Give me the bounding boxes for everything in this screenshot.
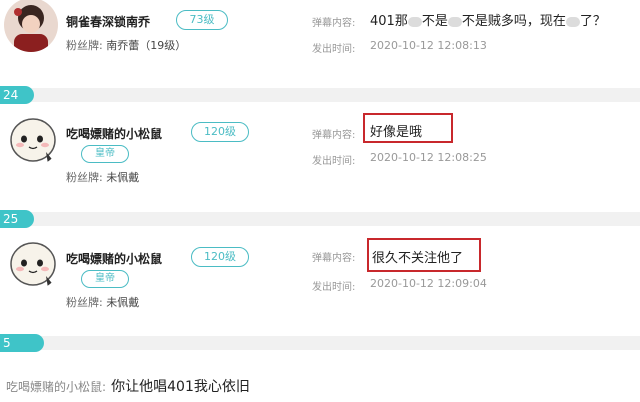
fan-badge-value: 南乔蕾（19级） (106, 39, 187, 52)
time-label: 发出时间: (312, 282, 356, 293)
row-number-tab: 5 (0, 334, 44, 352)
fan-badge-label: 粉丝牌: (66, 171, 103, 184)
row-divider (0, 88, 640, 102)
danmu-text: 很久不关注他了 (372, 251, 464, 266)
danmu-text: 好像是哦 (370, 125, 423, 140)
chat-sender: 吃喝嫖赌的小松鼠: (6, 380, 107, 394)
blur-mark (407, 16, 422, 27)
level-badge: 73级 (176, 10, 228, 30)
chat-message: 你让他唱401我心依旧 (111, 379, 250, 395)
row-divider (0, 212, 640, 226)
blur-mark (447, 16, 462, 27)
fan-badge-info: 粉丝牌: 未佩戴 (66, 169, 139, 185)
danmu-label: 弹幕内容: (312, 253, 356, 264)
danmu-text-part: 不是 (421, 14, 448, 29)
fan-badge-info: 粉丝牌: 未佩戴 (66, 294, 139, 310)
level-badge: 120级 (191, 247, 249, 267)
row-number-tab: 25 (0, 210, 34, 228)
fan-badge-label: 粉丝牌: (66, 39, 103, 52)
row-divider (0, 336, 640, 350)
fan-badge-label: 粉丝牌: (66, 296, 103, 309)
time-label: 发出时间: (312, 44, 356, 55)
chat-line: 吃喝嫖赌的小松鼠: 你让他唱401我心依旧 (6, 376, 250, 396)
username[interactable]: 吃喝嫖赌的小松鼠 (66, 125, 162, 142)
time-label: 发出时间: (312, 156, 356, 167)
fan-badge-info: 粉丝牌: 南乔蕾（19级） (66, 37, 186, 53)
danmu-text: 401那 不是 不是贼多吗，现在 了？ (370, 10, 606, 29)
fan-badge-value: 未佩戴 (106, 296, 140, 309)
username[interactable]: 吃喝嫖赌的小松鼠 (66, 250, 162, 267)
danmu-label: 弹幕内容: (312, 130, 356, 141)
danmu-text-part: 401那 (370, 14, 408, 29)
avatar[interactable] (6, 112, 60, 166)
time-value: 2020-10-12 12:09:04 (370, 277, 487, 290)
medal-badge: 皇帝 (81, 145, 129, 163)
time-value: 2020-10-12 12:08:25 (370, 151, 487, 164)
avatar[interactable] (6, 236, 60, 290)
medal-badge: 皇帝 (81, 270, 129, 288)
blur-mark (565, 16, 580, 27)
danmu-label: 弹幕内容: (312, 18, 356, 29)
danmu-text-part: 了？ (579, 14, 606, 29)
fan-badge-value: 未佩戴 (106, 171, 140, 184)
row-number-tab: 24 (0, 86, 34, 104)
time-value: 2020-10-12 12:08:13 (370, 39, 487, 52)
danmu-text-part: 不是贼多吗，现在 (461, 14, 566, 29)
username[interactable]: 铜雀春深锁南乔 (66, 13, 150, 30)
avatar[interactable] (4, 0, 58, 52)
level-badge: 120级 (191, 122, 249, 142)
